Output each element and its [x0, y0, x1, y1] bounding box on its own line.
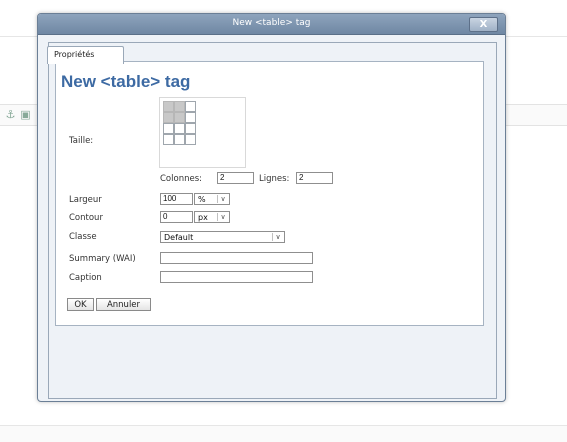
- width-label: Largeur: [69, 195, 102, 205]
- panel-heading: New <table> tag: [61, 72, 191, 91]
- width-unit-select[interactable]: % ∨: [194, 193, 230, 205]
- dialog-titlebar[interactable]: New <table> tag X: [38, 14, 505, 35]
- size-picker-cell[interactable]: [163, 101, 174, 112]
- anchor-icon[interactable]: ⚓: [4, 108, 17, 121]
- tab-label: Propriétés: [54, 50, 95, 59]
- border-unit-select[interactable]: px ∨: [194, 211, 230, 223]
- width-unit-value: %: [198, 195, 206, 204]
- class-select[interactable]: Default ∨: [160, 231, 285, 243]
- size-picker-cell[interactable]: [185, 123, 196, 134]
- close-icon[interactable]: X: [469, 17, 498, 32]
- border-unit-value: px: [198, 213, 208, 222]
- ok-button[interactable]: OK: [67, 298, 94, 311]
- columns-label: Colonnes:: [160, 174, 202, 184]
- border-input[interactable]: [160, 211, 193, 223]
- size-picker-cell[interactable]: [174, 134, 185, 145]
- dialog-title: New <table> tag: [232, 18, 311, 28]
- size-picker-cell[interactable]: [185, 134, 196, 145]
- cancel-button[interactable]: Annuler: [96, 298, 151, 311]
- size-picker-cell[interactable]: [174, 123, 185, 134]
- caption-input[interactable]: [160, 271, 313, 283]
- size-picker-cell[interactable]: [163, 112, 174, 123]
- rows-input[interactable]: [296, 172, 333, 184]
- class-label: Classe: [69, 232, 97, 242]
- size-picker-cell[interactable]: [174, 112, 185, 123]
- border-label: Contour: [69, 213, 103, 223]
- caption-label: Caption: [69, 273, 102, 283]
- size-picker-cell[interactable]: [163, 123, 174, 134]
- tab-proprietes[interactable]: Propriétés: [47, 46, 124, 64]
- size-label: Taille:: [69, 136, 94, 146]
- width-input[interactable]: [160, 193, 193, 205]
- size-picker-cell[interactable]: [185, 101, 196, 112]
- summary-label: Summary (WAI): [69, 254, 136, 264]
- size-picker-cell[interactable]: [163, 134, 174, 145]
- table-size-picker[interactable]: [159, 97, 246, 168]
- class-value: Default: [164, 233, 194, 242]
- columns-input[interactable]: [217, 172, 254, 184]
- chevron-down-icon: ∨: [217, 195, 228, 203]
- summary-input[interactable]: [160, 252, 313, 264]
- size-picker-cell[interactable]: [174, 101, 185, 112]
- background-footer: [0, 425, 567, 442]
- rows-label: Lignes:: [259, 174, 290, 184]
- chevron-down-icon: ∨: [272, 233, 283, 241]
- size-picker-cell[interactable]: [185, 112, 196, 123]
- image-icon[interactable]: ▣: [19, 108, 32, 121]
- properties-panel: New <table> tag Taille: Colonnes: Lignes…: [55, 61, 484, 326]
- chevron-down-icon: ∨: [217, 213, 228, 221]
